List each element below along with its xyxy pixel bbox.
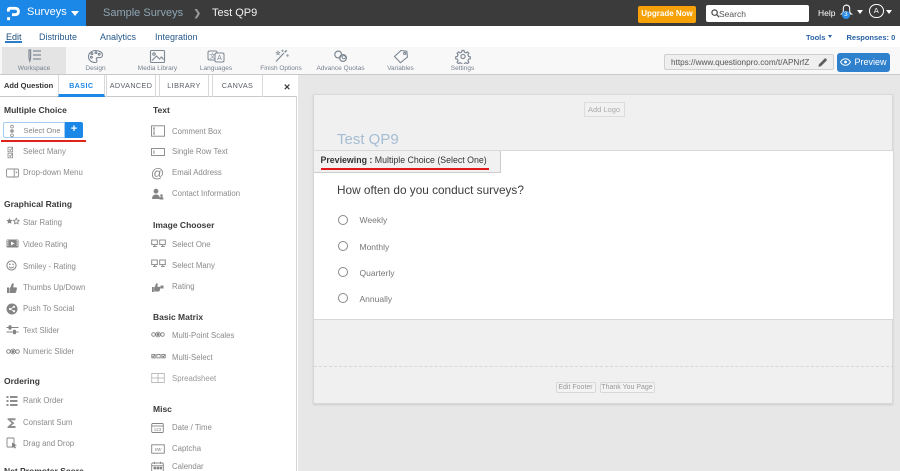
svg-text:文: 文	[209, 51, 216, 60]
svg-text:vw: vw	[155, 447, 163, 453]
svg-text:A: A	[217, 55, 222, 62]
svg-text:@: @	[151, 167, 164, 180]
svg-text:123: 123	[154, 427, 162, 432]
